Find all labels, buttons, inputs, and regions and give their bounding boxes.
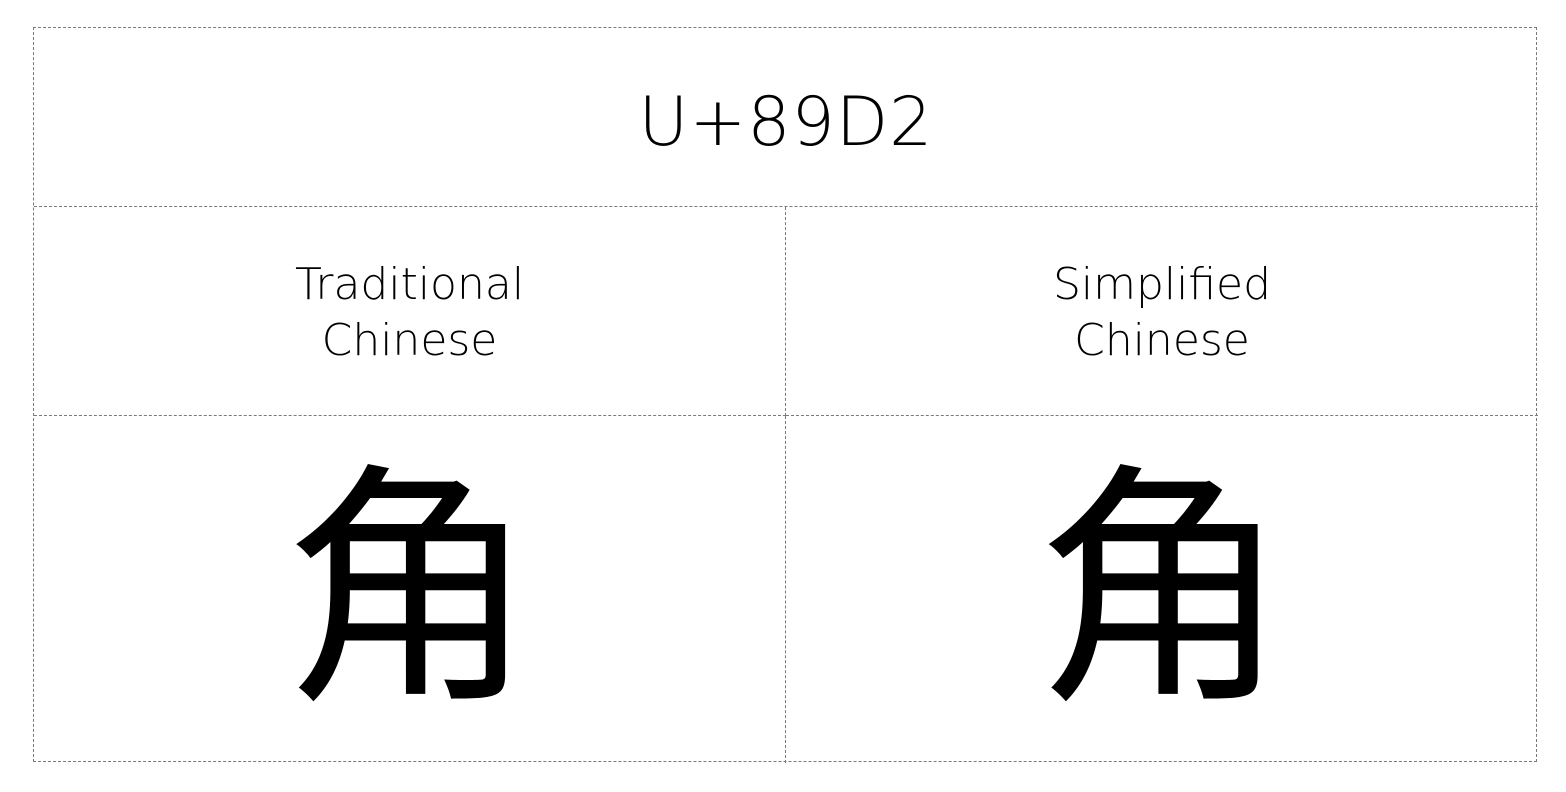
traditional-glyph: 角 [281, 443, 537, 740]
codepoint-title: U+89D2 [638, 82, 934, 162]
simplified-label-line1: Simplified [1052, 259, 1272, 310]
simplified-glyph: 角 [1034, 443, 1290, 740]
codepoint-header: U+89D2 [34, 28, 1538, 207]
simplified-glyph-cell: 角 [786, 416, 1538, 763]
traditional-label-cell: Traditional Chinese [34, 207, 786, 416]
simplified-label-line2: Chinese [1074, 315, 1250, 366]
traditional-label: Traditional Chinese [295, 257, 524, 369]
traditional-label-line1: Traditional [294, 259, 525, 310]
simplified-label-cell: Simplified Chinese [786, 207, 1538, 416]
traditional-label-line2: Chinese [321, 315, 498, 366]
character-comparison-table: U+89D2 Traditional Chinese Simplified Ch… [33, 27, 1538, 763]
traditional-glyph-cell: 角 [34, 416, 786, 763]
simplified-label: Simplified Chinese [1053, 257, 1271, 369]
